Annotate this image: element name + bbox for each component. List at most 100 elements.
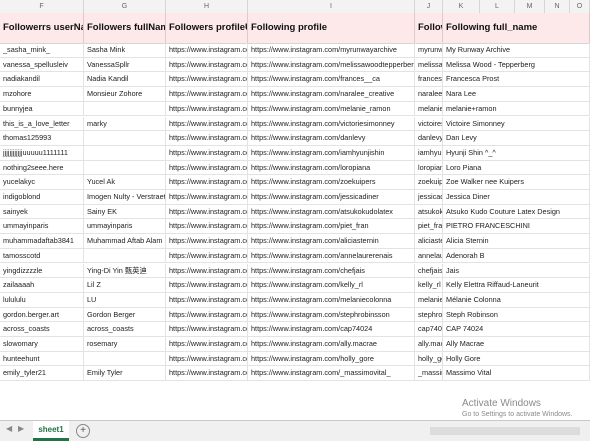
cell-fullname[interactable]: LU [84, 292, 166, 308]
cell-following-short[interactable]: myrunway [415, 43, 443, 58]
cell-following-profile[interactable]: https://www.instagram.com/victoriesimonn… [248, 116, 415, 132]
cell-following-fullname[interactable]: Hyunji Shin ^_^ [443, 145, 590, 161]
cell-following-short[interactable]: aliciastern [415, 234, 443, 249]
cell-following-profile[interactable]: https://www.instagram.com/piet_fran [248, 219, 415, 235]
cell-fullname[interactable]: marky [84, 116, 166, 132]
cell-fullname[interactable]: Nadia Kandil [84, 72, 166, 88]
cell-profileurl[interactable]: https://www.instagram.com/go [166, 307, 248, 323]
cell-username[interactable]: slowomary [0, 337, 84, 352]
cell-username[interactable]: across_coasts [0, 322, 84, 337]
cell-following-fullname[interactable]: Steph Robinson [443, 307, 590, 323]
cell-following-short[interactable]: _massimov [415, 366, 443, 382]
cell-following-profile[interactable]: https://www.instagram.com/danlevy [248, 131, 415, 146]
cell-following-profile[interactable]: https://www.instagram.com/_massimovital_ [248, 366, 415, 382]
cell-username[interactable]: bunnyjea [0, 101, 84, 117]
column-letter-g[interactable]: G [84, 0, 166, 13]
cell-following-short[interactable]: jessicadine [415, 190, 443, 205]
cell-following-short[interactable]: kelly_rl [415, 278, 443, 293]
cell-following-short[interactable]: melanie_ra [415, 101, 443, 117]
cell-following-profile[interactable]: https://www.instagram.com/holly_gore [248, 351, 415, 367]
header-following-fullname[interactable]: Following full_name [443, 13, 590, 43]
cell-profileurl[interactable]: https://www.instagram.com/na [166, 72, 248, 88]
cell-following-short[interactable]: piet_fran [415, 219, 443, 235]
cell-following-fullname[interactable]: Mélanie Colonna [443, 292, 590, 308]
header-followers-profileurl[interactable]: Followers profileUrl [166, 13, 248, 43]
cell-following-short[interactable]: chefjais [415, 263, 443, 279]
cell-following-short[interactable]: frances__c [415, 72, 443, 88]
cell-fullname[interactable]: Imogen Nulty - Verstraeten [84, 190, 166, 205]
cell-username[interactable]: nothing2seee.here [0, 160, 84, 176]
cell-profileurl[interactable]: https://www.instagram.com/jjjj [166, 145, 248, 161]
cell-following-profile[interactable]: https://www.instagram.com/loropiana [248, 160, 415, 176]
add-sheet-icon[interactable]: + [76, 424, 90, 438]
cell-profileurl[interactable]: https://www.instagram.com/no [166, 160, 248, 176]
cell-username[interactable]: thomas125993 [0, 131, 84, 146]
cell-following-short[interactable]: cap74024 [415, 322, 443, 337]
cell-following-profile[interactable]: https://www.instagram.com/ally.macrae [248, 337, 415, 352]
cell-username[interactable]: muhammadaftab3841 [0, 234, 84, 249]
cell-fullname[interactable] [84, 145, 166, 161]
header-following-profile[interactable]: Following profile [248, 13, 415, 43]
cell-username[interactable]: jjjjjjjjjjjjuuuuu1111111 [0, 145, 84, 161]
header-followers-username[interactable]: Followerrs userName [0, 13, 84, 43]
cell-following-fullname[interactable]: My Runway Archive [443, 43, 590, 58]
cell-username[interactable]: yucelakyc [0, 175, 84, 190]
cell-following-profile[interactable]: https://www.instagram.com/atsukokudolate… [248, 204, 415, 220]
cell-following-profile[interactable]: https://www.instagram.com/chefjais [248, 263, 415, 279]
cell-following-short[interactable]: victoiresim [415, 116, 443, 132]
cell-following-profile[interactable]: https://www.instagram.com/stephrobinsson [248, 307, 415, 323]
column-letter-i[interactable]: I [248, 0, 415, 13]
cell-profileurl[interactable]: https://www.instagram.com/mz [166, 87, 248, 102]
cell-following-short[interactable]: ally.macra [415, 337, 443, 352]
cell-fullname[interactable]: Emily Tyler [84, 366, 166, 382]
cell-following-fullname[interactable]: Atsuko Kudo Couture Latex Design [443, 204, 590, 220]
cell-username[interactable]: yingdizzzzle [0, 263, 84, 279]
cell-fullname[interactable]: VanessaSpllr [84, 57, 166, 73]
sheet-tab[interactable]: sheet1 [33, 421, 69, 441]
cell-profileurl[interactable]: https://www.instagram.com/_s [166, 43, 248, 58]
cell-fullname[interactable]: Ying-Di Yin 甄英迪 [84, 263, 166, 279]
cell-username[interactable]: this_is_a_love_letter [0, 116, 84, 132]
cell-profileurl[interactable]: https://www.instagram.com/slo [166, 337, 248, 352]
cell-following-profile[interactable]: https://www.instagram.com/melaniecolonna [248, 292, 415, 308]
cell-following-short[interactable]: atsukokudo [415, 204, 443, 220]
cell-fullname[interactable]: Muhammad Aftab Alam [84, 234, 166, 249]
cell-fullname[interactable]: Lil Z [84, 278, 166, 293]
cell-fullname[interactable]: across_coasts [84, 322, 166, 337]
cell-following-profile[interactable]: https://www.instagram.com/zoekuipers [248, 175, 415, 190]
next-sheet-arrow-icon[interactable]: ▶ [18, 424, 24, 433]
column-letter-h[interactable]: H [166, 0, 248, 13]
column-letter-o[interactable]: O [570, 0, 590, 13]
column-letter-k[interactable]: K [443, 0, 480, 13]
prev-sheet-arrow-icon[interactable]: ◀ [6, 424, 12, 433]
cell-fullname[interactable]: Monsieur Zohore [84, 87, 166, 102]
cell-profileurl[interactable]: https://www.instagram.com/sa [166, 204, 248, 220]
cell-profileurl[interactable]: https://www.instagram.com/va [166, 57, 248, 73]
column-letter-j[interactable]: J [415, 0, 443, 13]
cell-fullname[interactable]: Sainy EK [84, 204, 166, 220]
cell-fullname[interactable]: Gordon Berger [84, 307, 166, 323]
cell-following-profile[interactable]: https://www.instagram.com/melanie_ramon [248, 101, 415, 117]
cell-fullname[interactable]: ummayinparis [84, 219, 166, 235]
cell-fullname[interactable]: rosemary [84, 337, 166, 352]
cell-username[interactable]: lulululu [0, 292, 84, 308]
cell-username[interactable]: mzohore [0, 87, 84, 102]
cell-following-fullname[interactable]: Francesca Prost [443, 72, 590, 88]
cell-following-profile[interactable]: https://www.instagram.com/iamhyunjishin [248, 145, 415, 161]
cell-username[interactable]: gordon.berger.art [0, 307, 84, 323]
cell-following-fullname[interactable]: Victoire Simonney [443, 116, 590, 132]
cell-username[interactable]: ummayinparis [0, 219, 84, 235]
cell-username[interactable]: emily_tyler21 [0, 366, 84, 382]
cell-following-short[interactable]: iamhyunjish [415, 145, 443, 161]
cell-fullname[interactable] [84, 101, 166, 117]
horizontal-scrollbar[interactable] [430, 427, 580, 435]
cell-username[interactable]: vanessa_spellusleiv [0, 57, 84, 73]
cell-following-short[interactable]: zoekuipers [415, 175, 443, 190]
cell-following-fullname[interactable]: Melissa Wood - Tepperberg [443, 57, 590, 73]
cell-following-fullname[interactable]: Kelly Elettra Riffaud-Laneurit [443, 278, 590, 293]
column-letter-f[interactable]: F [0, 0, 84, 13]
cell-following-fullname[interactable]: Loro Piana [443, 160, 590, 176]
cell-profileurl[interactable]: https://www.instagram.com/yin [166, 263, 248, 279]
cell-fullname[interactable] [84, 160, 166, 176]
cell-profileurl[interactable]: https://www.instagram.com/thi [166, 116, 248, 132]
